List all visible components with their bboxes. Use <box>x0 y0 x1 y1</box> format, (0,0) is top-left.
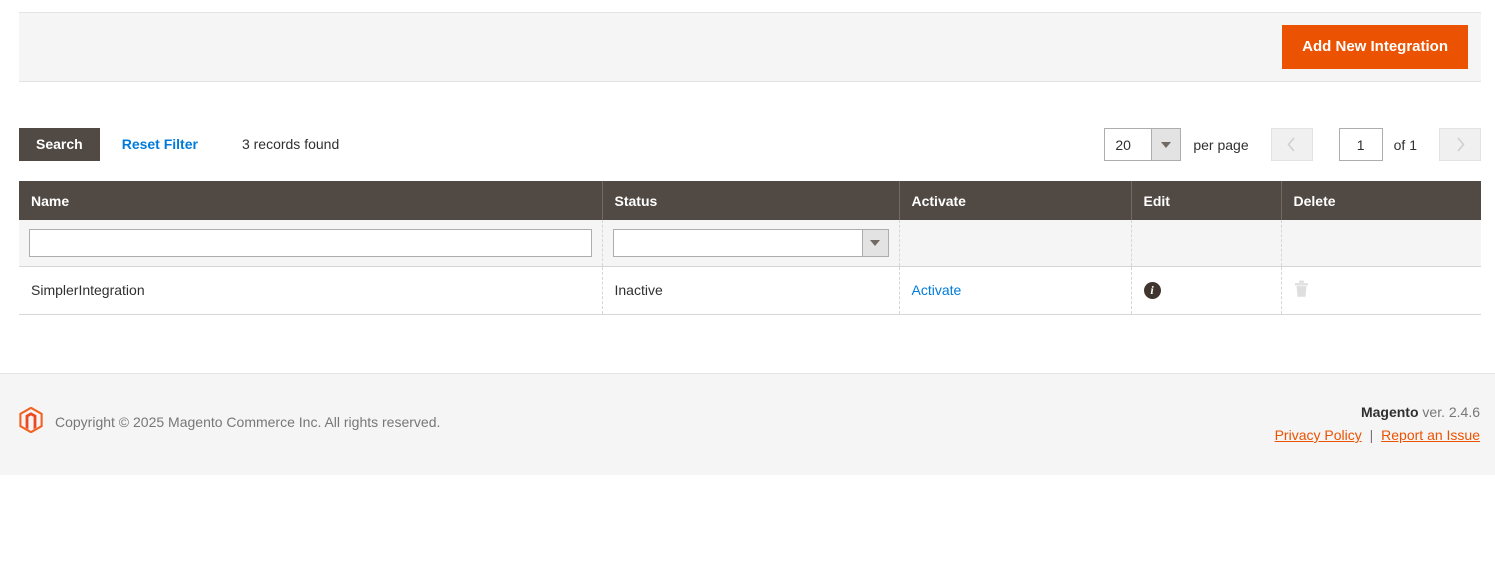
records-found-label: 3 records found <box>241 136 340 152</box>
cell-delete <box>1281 266 1481 315</box>
privacy-policy-link[interactable]: Privacy Policy <box>1275 427 1362 443</box>
status-filter-select[interactable] <box>612 228 889 257</box>
copyright-text: Copyright © 2025 Magento Commerce Inc. A… <box>55 413 441 430</box>
column-header-name[interactable]: Name <box>19 181 603 220</box>
name-filter-input[interactable] <box>29 228 592 257</box>
cell-status: Inactive <box>602 266 900 315</box>
magento-logo-icon <box>19 406 43 436</box>
chevron-down-icon[interactable] <box>1151 129 1181 160</box>
filter-cell-status <box>602 220 900 267</box>
version-line: Magento ver. 2.4.6 <box>1275 404 1480 420</box>
previous-page-button[interactable] <box>1270 128 1313 161</box>
column-header-activate: Activate <box>899 181 1132 220</box>
chevron-right-icon <box>1455 136 1466 153</box>
filter-cell-edit <box>1131 220 1282 267</box>
grid-toolbar: Search Reset Filter 3 records found 20 p… <box>19 128 1481 162</box>
cell-name: SimplerIntegration <box>19 266 603 315</box>
activate-link[interactable]: Activate <box>912 282 962 298</box>
page-actions-bar: Add New Integration <box>19 12 1481 82</box>
filter-cell-delete <box>1281 220 1481 267</box>
grid-toolbar-left: Search Reset Filter 3 records found <box>19 128 339 161</box>
page-number-input[interactable] <box>1338 128 1383 161</box>
grid-header-row: Name Status Activate Edit Delete <box>19 181 1481 220</box>
cell-activate: Activate <box>899 266 1132 315</box>
filter-cell-activate <box>899 220 1132 267</box>
column-header-delete: Delete <box>1281 181 1481 220</box>
table-row[interactable]: SimplerIntegration Inactive Activate i <box>19 266 1481 315</box>
column-header-status[interactable]: Status <box>602 181 900 220</box>
report-issue-link[interactable]: Report an Issue <box>1381 427 1480 443</box>
chevron-down-icon[interactable] <box>861 229 888 256</box>
footer-right: Magento ver. 2.4.6 Privacy Policy | Repo… <box>1275 404 1480 443</box>
per-page-select[interactable]: 20 <box>1104 128 1182 161</box>
next-page-button[interactable] <box>1439 128 1481 161</box>
footer-left: Copyright © 2025 Magento Commerce Inc. A… <box>19 406 441 436</box>
reset-filter-link[interactable]: Reset Filter <box>122 128 198 161</box>
info-circle-icon[interactable]: i <box>1143 281 1161 299</box>
total-pages-label: of 1 <box>1393 136 1417 153</box>
cell-edit: i <box>1131 266 1282 315</box>
add-new-integration-button[interactable]: Add New Integration <box>1282 25 1468 69</box>
page-footer: Copyright © 2025 Magento Commerce Inc. A… <box>0 373 1495 475</box>
footer-link-separator: | <box>1369 427 1374 443</box>
footer-links: Privacy Policy | Report an Issue <box>1275 427 1480 443</box>
filter-cell-name <box>19 220 603 267</box>
per-page-value: 20 <box>1115 136 1131 153</box>
per-page-label: per page <box>1193 136 1249 153</box>
integrations-grid: Name Status Activate Edit Delete Simpler… <box>19 181 1481 315</box>
grid-pager: 20 per page of 1 <box>1104 128 1481 161</box>
search-button[interactable]: Search <box>19 128 100 161</box>
trash-icon[interactable] <box>1294 280 1309 301</box>
grid-filter-row <box>19 220 1481 267</box>
chevron-left-icon <box>1286 136 1297 153</box>
version-number: ver. 2.4.6 <box>1422 404 1480 420</box>
column-header-edit: Edit <box>1131 181 1282 220</box>
brand-name: Magento <box>1360 404 1419 420</box>
